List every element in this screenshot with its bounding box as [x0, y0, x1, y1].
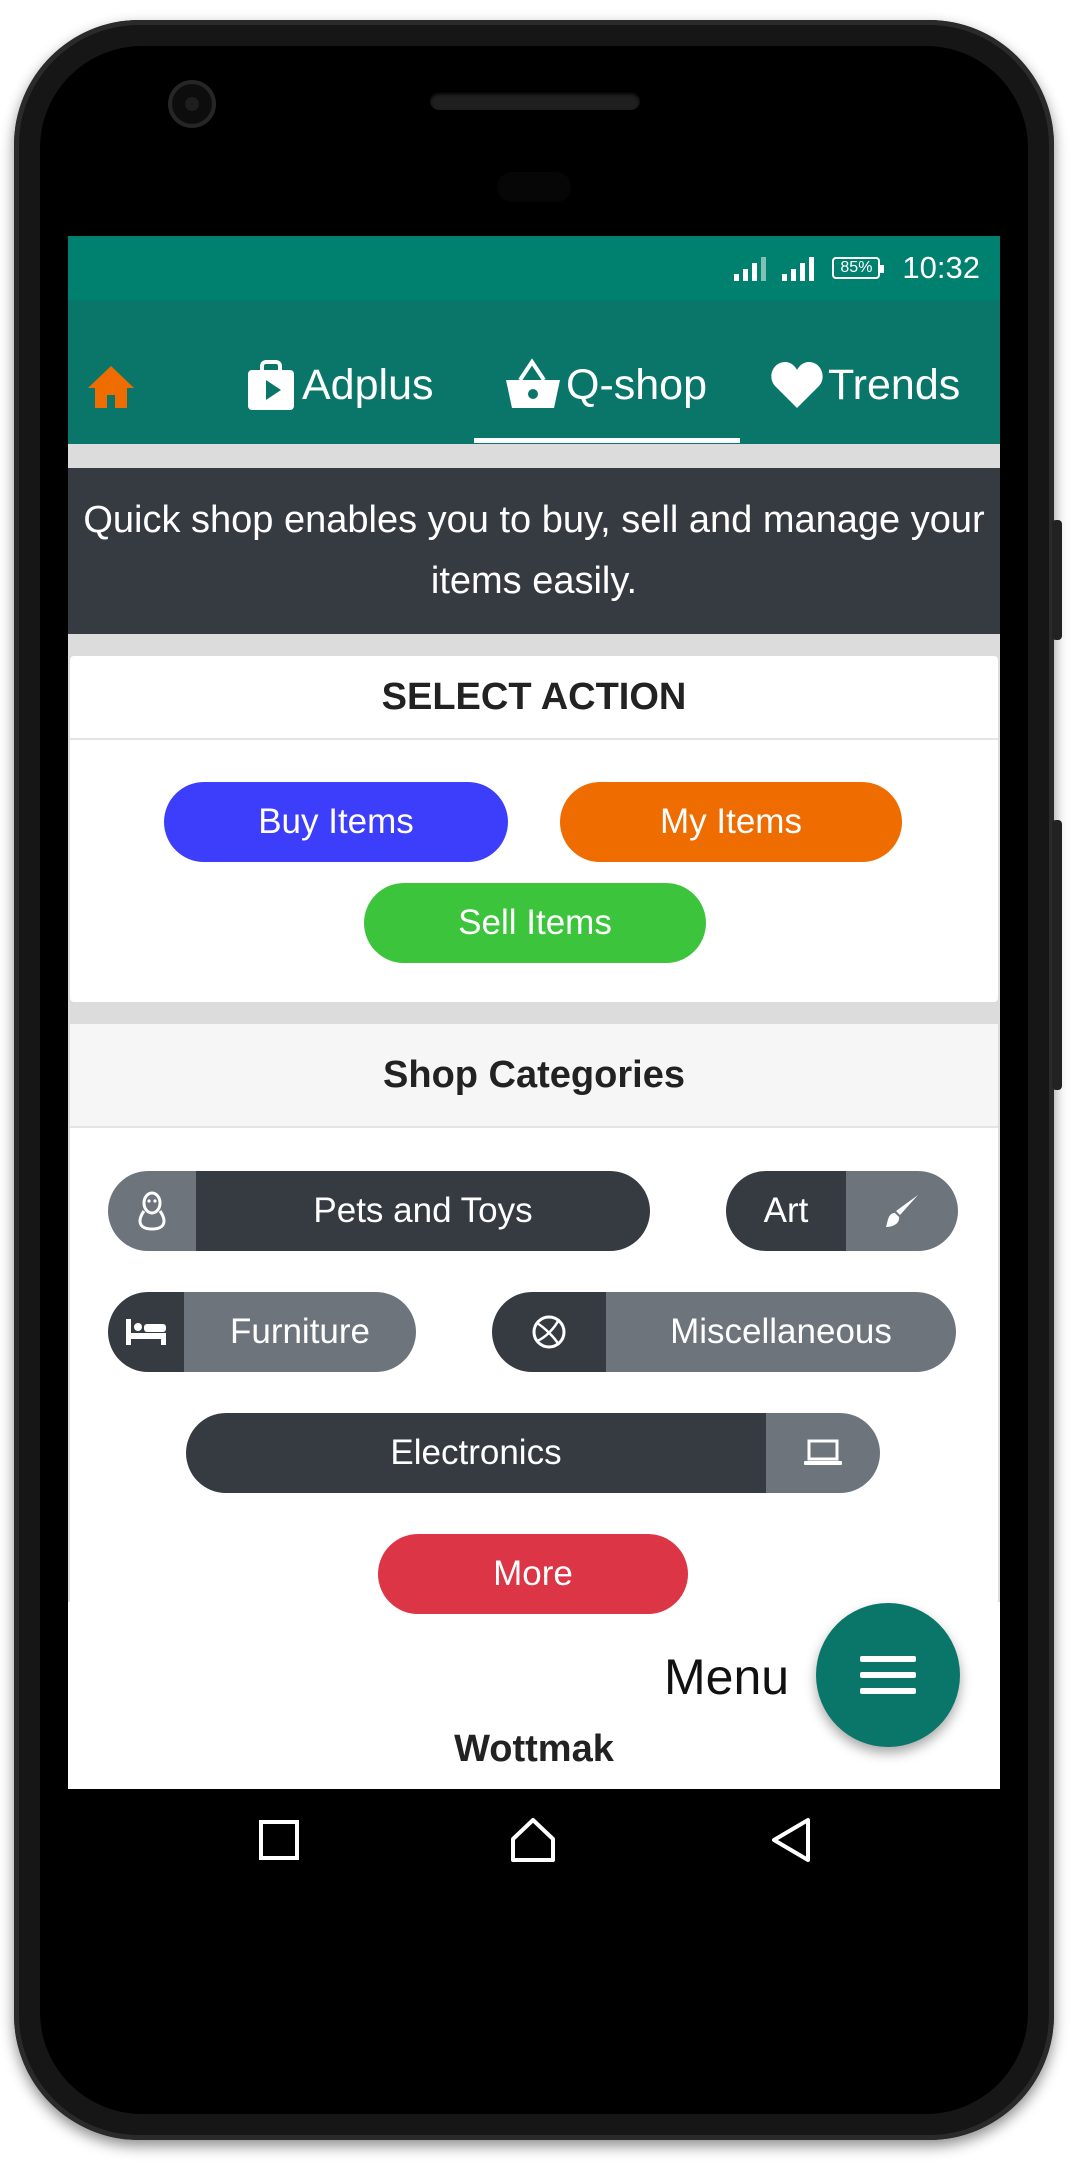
power-button — [1052, 520, 1062, 640]
tab-label: Adplus — [302, 360, 434, 409]
select-action-card: SELECT ACTION Buy Items My Items Sell It… — [70, 656, 998, 1002]
proximity-sensor — [497, 172, 571, 202]
paint-brush-icon — [886, 1195, 918, 1227]
info-banner: Quick shop enables you to buy, sell and … — [68, 468, 1000, 634]
volume-button — [1052, 820, 1062, 1090]
menu-fab-button[interactable] — [816, 1603, 960, 1747]
basketball-icon — [532, 1315, 566, 1349]
top-nav-bar: Adplus Q-shop Trends — [68, 300, 1000, 444]
front-camera — [172, 84, 212, 124]
menu-label: Menu — [664, 1649, 790, 1705]
battery-level: 85% — [840, 259, 873, 276]
home-icon[interactable] — [86, 362, 136, 412]
basket-icon — [506, 358, 560, 408]
linux-icon — [138, 1191, 166, 1231]
tab-q-shop[interactable]: Q-shop — [504, 350, 707, 420]
tab-label: Q-shop — [566, 360, 708, 409]
sell-items-button[interactable]: Sell Items — [364, 883, 706, 963]
more-categories-button[interactable]: More — [378, 1534, 688, 1614]
card-title: Shop Categories — [70, 1024, 998, 1128]
category-label: Art — [726, 1171, 846, 1251]
category-miscellaneous[interactable]: Miscellaneous — [492, 1292, 956, 1372]
tab-trends[interactable]: Trends — [770, 350, 960, 420]
app-screen: 85% 10:32 Adplus Q-shop Trends Quick sho… — [68, 236, 1000, 1891]
banner-text: Quick shop enables you to buy, sell and … — [83, 499, 985, 602]
signal-icon — [782, 255, 815, 281]
hamburger-icon — [860, 1656, 916, 1694]
category-pets-and-toys[interactable]: Pets and Toys — [108, 1171, 650, 1251]
heart-icon — [771, 362, 823, 408]
card-title: SELECT ACTION — [70, 656, 998, 740]
status-bar: 85% 10:32 — [68, 236, 1000, 300]
laptop-icon — [804, 1439, 842, 1465]
recents-icon[interactable] — [254, 1815, 304, 1865]
tab-label: Trends — [828, 360, 961, 409]
android-navigation-bar — [68, 1789, 1000, 1891]
category-furniture[interactable]: Furniture — [108, 1292, 416, 1372]
tab-adplus[interactable]: Adplus — [244, 350, 433, 420]
buy-items-button[interactable]: Buy Items — [164, 782, 508, 862]
category-art[interactable]: Art — [726, 1171, 958, 1251]
bed-icon — [126, 1319, 166, 1345]
signal-icon — [734, 255, 767, 281]
category-label: Pets and Toys — [196, 1171, 650, 1251]
shop-categories-card: Shop Categories Pets and Toys Art Furnit… — [70, 1024, 998, 1666]
home-nav-icon[interactable] — [508, 1815, 558, 1865]
play-bag-icon — [248, 360, 294, 410]
back-icon[interactable] — [768, 1815, 818, 1865]
category-label: Electronics — [186, 1413, 766, 1493]
earpiece-speaker — [430, 92, 640, 110]
battery-indicator: 85% — [832, 257, 885, 279]
category-label: Miscellaneous — [606, 1292, 956, 1372]
section-divider — [68, 444, 1000, 468]
my-items-button[interactable]: My Items — [560, 782, 902, 862]
category-electronics[interactable]: Electronics — [186, 1413, 880, 1493]
clock: 10:32 — [902, 250, 980, 285]
active-tab-indicator — [474, 438, 740, 443]
category-label: Furniture — [184, 1292, 416, 1372]
